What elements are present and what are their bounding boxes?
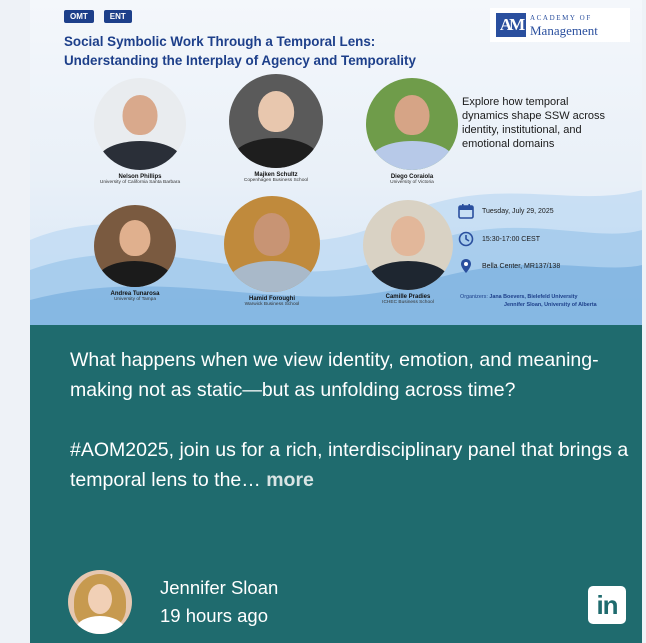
post-author[interactable]: Jennifer Sloan 19 hours ago: [68, 570, 278, 634]
aom-logo-bottom-text: Management: [530, 22, 598, 38]
speaker-card: Majken Schultz Copenhagen Business Schoo…: [201, 74, 351, 183]
post-body: What happens when we view identity, emot…: [70, 345, 630, 525]
linkedin-icon[interactable]: in: [588, 586, 626, 624]
speaker-affiliation: Copenhagen Business School: [243, 178, 309, 183]
speaker-affiliation: Warwick Business School: [244, 302, 300, 307]
post-timestamp: 19 hours ago: [160, 605, 269, 626]
post-paragraph: What happens when we view identity, emot…: [70, 349, 599, 401]
session-description: Explore how temporal dynamics shape SSW …: [462, 96, 606, 150]
speaker-affiliation: University of Victoria: [390, 180, 434, 185]
session-title-line2: Understanding the Interplay of Agency an…: [64, 53, 416, 68]
event-location: Bella Center, MR137/138: [458, 258, 560, 274]
speaker-affiliation: University of California Santa Barbara: [99, 180, 181, 185]
session-title: Social Symbolic Work Through a Temporal …: [64, 32, 494, 70]
clock-icon: [458, 231, 474, 247]
post-paragraph: #AOM2025, join us for a rich, interdisci…: [70, 435, 630, 495]
speaker-card: Andrea Tunarosa University of Tampa: [60, 205, 210, 302]
author-avatar[interactable]: [68, 570, 132, 634]
speaker-photo: [363, 200, 453, 290]
tag-ent: ENT: [103, 10, 132, 23]
aom-logo-top-text: ACADEMY OF: [530, 13, 592, 22]
organizers-label: Organizers:: [460, 294, 488, 300]
tag-omt: OMT: [64, 10, 94, 23]
event-time-text: 15:30-17:00 CEST: [482, 235, 540, 243]
session-title-line1: Social Symbolic Work Through a Temporal …: [64, 34, 376, 49]
speaker-photo: [94, 205, 176, 287]
aom-logo: AM ACADEMY OF Management: [490, 8, 630, 42]
post-card[interactable]: OMT ENT Social Symbolic Work Through a T…: [30, 0, 642, 643]
event-date-text: Tuesday, July 29, 2025: [482, 207, 554, 215]
speaker-card: Hamid Foroughi Warwick Business School: [197, 196, 347, 307]
calendar-icon: [458, 203, 474, 219]
organizer-name: Jana Boevers, Bielefeld University: [489, 294, 578, 300]
event-location-text: Bella Center, MR137/138: [482, 262, 561, 270]
event-date: Tuesday, July 29, 2025: [458, 203, 554, 219]
aom-logo-mark: AM: [496, 13, 526, 37]
event-banner-image[interactable]: OMT ENT Social Symbolic Work Through a T…: [30, 0, 642, 325]
speaker-photo: [94, 78, 186, 170]
see-more-link[interactable]: more: [266, 469, 314, 491]
speaker-affiliation: University of Tampa: [113, 297, 157, 302]
organizers: Organizers: Jana Boevers, Bielefeld Univ…: [460, 293, 640, 309]
speaker-card: Nelson Phillips University of California…: [65, 78, 215, 185]
speaker-photo: [366, 78, 458, 170]
speaker-photo: [224, 196, 320, 292]
post-paragraph-text: #AOM2025, join us for a rich, interdisci…: [70, 439, 629, 491]
event-time: 15:30-17:00 CEST: [458, 231, 540, 247]
map-pin-icon: [458, 258, 474, 274]
track-tags: OMT ENT: [64, 10, 132, 23]
organizer-name: Jennifer Sloan, University of Alberta: [504, 302, 597, 308]
author-name[interactable]: Jennifer Sloan: [160, 574, 278, 602]
speaker-photo: [229, 74, 323, 168]
